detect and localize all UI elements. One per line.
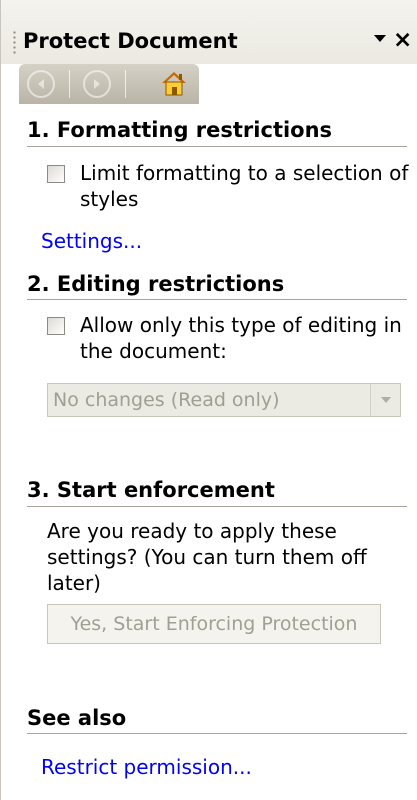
protect-document-pane: Protect Document × 1. Formatting restric… [0,0,417,800]
enforcement-prompt-line3: later) [47,571,101,595]
forward-icon[interactable] [83,70,111,98]
allow-editing-label-line2: the document: [80,339,227,363]
nav-separator [69,70,70,98]
limit-formatting-checkbox[interactable] [47,165,65,183]
enforcement-prompt-line1: Are you ready to apply these [47,519,337,543]
section-divider [27,733,407,734]
pane-menu-dropdown-icon[interactable] [374,35,386,42]
editing-type-select[interactable]: No changes (Read only) [47,383,401,417]
enforcement-prompt-line2: settings? (You can turn them off [47,545,367,569]
settings-link[interactable]: Settings... [41,229,142,253]
home-icon[interactable] [159,69,189,99]
restrict-permission-link[interactable]: Restrict permission... [41,755,252,779]
pane-navigation-bar [19,64,199,104]
allow-editing-label-line1: Allow only this type of editing in [80,313,402,337]
editing-type-selected-value: No changes (Read only) [53,389,280,411]
allow-editing-type-checkbox[interactable] [47,317,65,335]
section-divider [27,299,407,300]
see-also-header: See also [27,706,127,730]
drag-grip-icon[interactable] [13,30,16,54]
start-enforcement-header: 3. Start enforcement [27,478,275,502]
pane-title-bar: Protect Document × [1,0,417,64]
nav-separator [125,70,126,98]
back-icon[interactable] [27,70,55,98]
editing-restrictions-header: 2. Editing restrictions [27,272,285,296]
limit-formatting-label-line2: styles [80,187,139,211]
close-icon[interactable]: × [393,26,412,54]
formatting-restrictions-header: 1. Formatting restrictions [27,118,333,142]
section-divider [27,506,407,507]
start-enforcing-protection-button[interactable]: Yes, Start Enforcing Protection [47,604,381,644]
pane-title: Protect Document [23,29,238,53]
limit-formatting-label-line1: Limit formatting to a selection of [80,161,409,185]
editing-type-dropdown-button[interactable] [370,384,400,416]
chevron-down-icon [381,397,391,403]
section-divider [27,146,407,147]
